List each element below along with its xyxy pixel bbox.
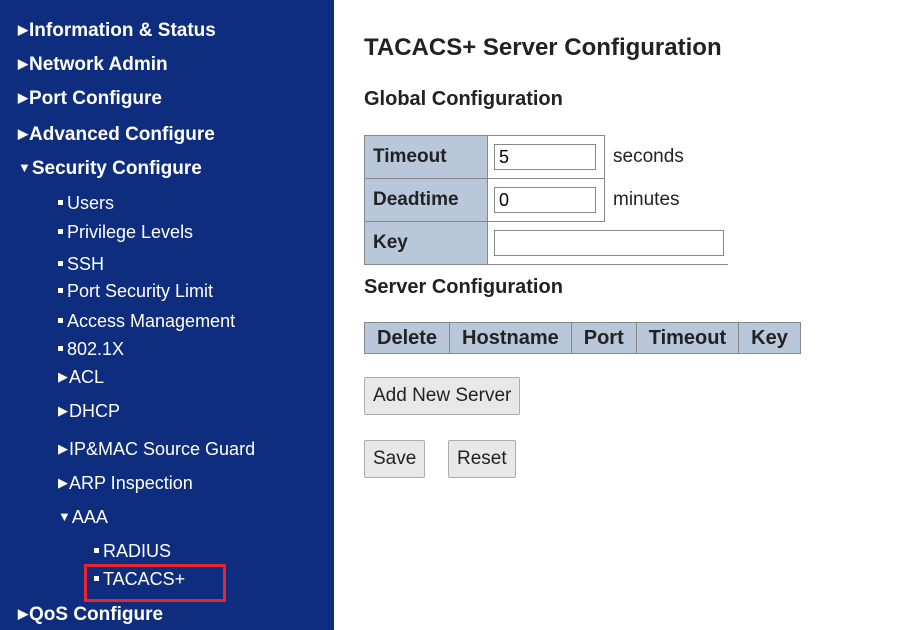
triangle-right-icon: ▶ xyxy=(58,475,68,490)
bullet-icon xyxy=(58,318,63,323)
triangle-right-icon: ▶ xyxy=(18,606,28,621)
server-config-table: Delete Hostname Port Timeout Key xyxy=(363,322,801,354)
triangle-right-icon: ▶ xyxy=(18,126,28,141)
timeout-unit: seconds xyxy=(613,146,684,167)
main-content: TACACS+ Server Configuration Global Conf… xyxy=(334,0,912,630)
deadtime-input[interactable] xyxy=(494,187,596,213)
nav-802-1x[interactable]: 802.1X xyxy=(58,339,124,360)
column-key: Key xyxy=(738,322,801,354)
bullet-icon xyxy=(58,288,63,293)
nav-privilege-levels[interactable]: Privilege Levels xyxy=(58,222,193,243)
timeout-row: Timeout seconds xyxy=(364,135,728,179)
column-delete: Delete xyxy=(363,322,451,354)
nav-access-management[interactable]: Access Management xyxy=(58,311,235,332)
column-port: Port xyxy=(570,322,637,354)
key-input[interactable] xyxy=(494,230,724,256)
nav-qos-configure[interactable]: ▶QoS Configure xyxy=(18,604,163,626)
triangle-right-icon: ▶ xyxy=(18,56,28,71)
nav-acl[interactable]: ▶ACL xyxy=(58,367,104,388)
global-config-table: Timeout seconds Deadtime minutes Key xyxy=(364,135,728,265)
nav-dhcp[interactable]: ▶DHCP xyxy=(58,401,120,422)
nav-security-configure[interactable]: ▼Security Configure xyxy=(18,158,202,180)
nav-arp-inspection[interactable]: ▶ARP Inspection xyxy=(58,473,193,494)
server-config-heading: Server Configuration xyxy=(364,276,563,298)
page-title: TACACS+ Server Configuration xyxy=(364,34,722,61)
save-button[interactable]: Save xyxy=(364,440,426,478)
deadtime-label: Deadtime xyxy=(364,178,488,222)
nav-ssh[interactable]: SSH xyxy=(58,254,104,275)
add-new-server-button[interactable]: Add New Server xyxy=(364,377,521,415)
triangle-down-icon: ▼ xyxy=(58,509,71,524)
timeout-input[interactable] xyxy=(494,144,596,170)
deadtime-unit: minutes xyxy=(613,189,680,210)
nav-radius[interactable]: RADIUS xyxy=(94,541,171,562)
nav-advanced-configure[interactable]: ▶Advanced Configure xyxy=(18,124,215,146)
bullet-icon xyxy=(58,261,63,266)
nav-port-security-limit[interactable]: Port Security Limit xyxy=(58,281,213,302)
key-row: Key xyxy=(364,221,728,265)
global-config-heading: Global Configuration xyxy=(364,88,563,110)
nav-aaa[interactable]: ▼AAA xyxy=(58,507,108,528)
triangle-down-icon: ▼ xyxy=(18,160,31,175)
triangle-right-icon: ▶ xyxy=(58,441,68,456)
nav-ip-mac-source-guard[interactable]: ▶IP&MAC Source Guard xyxy=(58,439,255,460)
bullet-icon xyxy=(94,548,99,553)
nav-network-admin[interactable]: ▶Network Admin xyxy=(18,54,168,76)
deadtime-row: Deadtime minutes xyxy=(364,178,728,222)
column-timeout: Timeout xyxy=(635,322,740,354)
nav-port-configure[interactable]: ▶Port Configure xyxy=(18,88,162,110)
triangle-right-icon: ▶ xyxy=(18,22,28,37)
bullet-icon xyxy=(58,200,63,205)
triangle-right-icon: ▶ xyxy=(18,90,28,105)
triangle-right-icon: ▶ xyxy=(58,403,68,418)
selected-item-highlight xyxy=(84,564,226,602)
column-hostname: Hostname xyxy=(449,322,572,354)
nav-information-status[interactable]: ▶Information & Status xyxy=(18,20,216,42)
sidebar-nav: ▶Information & Status ▶Network Admin ▶Po… xyxy=(0,0,334,630)
reset-button[interactable]: Reset xyxy=(448,440,516,478)
bullet-icon xyxy=(58,346,63,351)
nav-users[interactable]: Users xyxy=(58,193,114,214)
timeout-label: Timeout xyxy=(364,135,488,179)
triangle-right-icon: ▶ xyxy=(58,369,68,384)
server-table-header: Delete Hostname Port Timeout Key xyxy=(363,322,801,354)
bullet-icon xyxy=(58,229,63,234)
key-label: Key xyxy=(364,221,488,265)
